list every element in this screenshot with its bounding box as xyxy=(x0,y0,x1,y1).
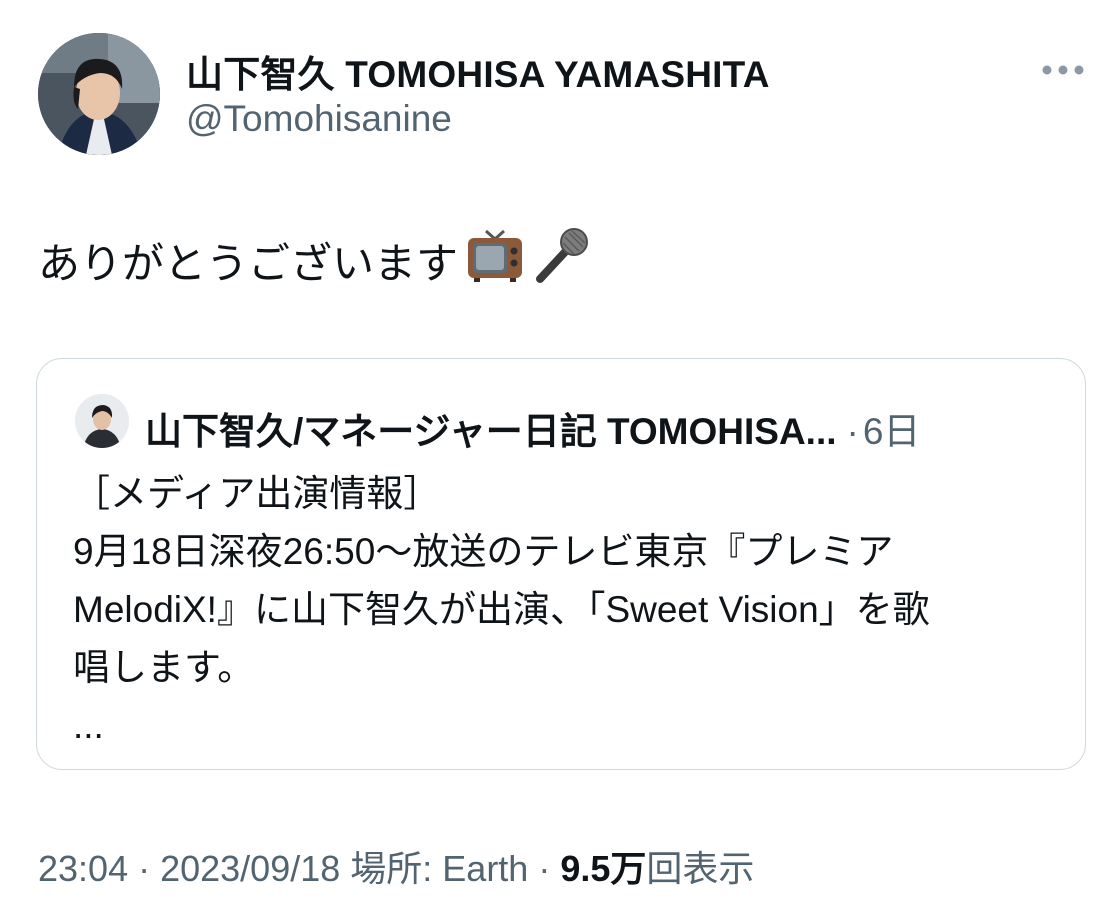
author-avatar-image xyxy=(38,33,160,155)
quoted-separator: · xyxy=(846,411,859,452)
tweet-location: 場所: Earth xyxy=(340,848,529,889)
quoted-header: 山下智久/マネージャー日記 TOMOHISA... · 6日 xyxy=(145,401,920,455)
views-count: 9.5万 xyxy=(560,848,647,889)
quoted-timestamp[interactable]: 6日 xyxy=(863,401,921,455)
tweet-date[interactable]: 2023/09/18 xyxy=(160,848,340,889)
quoted-author-avatar[interactable] xyxy=(75,394,129,448)
television-emoji xyxy=(466,227,524,301)
quoted-text-line: 9月18日深夜26:50〜放送のテレビ東京『プレミア xyxy=(73,531,894,572)
tweet-text-body: ありがとうございます xyxy=(38,240,459,287)
author-handle[interactable]: @Tomohisanine xyxy=(186,98,452,140)
tweet: 山下智久 TOMOHISA YAMASHITA @Tomohisanine あり… xyxy=(0,0,1110,924)
quoted-text-line: 唱します。 xyxy=(73,647,255,688)
quoted-text-line: ［メディア出演情報］ xyxy=(73,473,441,514)
quoted-author-avatar-image xyxy=(75,394,129,448)
quoted-text-ellipsis: ... xyxy=(73,705,104,746)
author-name[interactable]: 山下智久 TOMOHISA YAMASHITA xyxy=(186,44,770,98)
meta-separator: · xyxy=(528,848,561,889)
tweet-time[interactable]: 23:04 xyxy=(38,848,128,889)
quoted-tweet-card[interactable]: 山下智久/マネージャー日記 TOMOHISA... · 6日 ［メディア出演情報… xyxy=(36,358,1086,770)
more-icon xyxy=(1042,65,1084,75)
quoted-author-name[interactable]: 山下智久/マネージャー日記 TOMOHISA... xyxy=(145,401,837,455)
author-avatar[interactable] xyxy=(38,33,160,155)
quoted-text-line: MelodiX!』に山下智久が出演、「Sweet Vision」を歌 xyxy=(73,589,930,630)
tweet-metadata: 23:04 · 2023/09/18 場所: Earth · 9.5万回表示 xyxy=(38,840,754,892)
views-label: 回表示 xyxy=(646,848,755,889)
quoted-tweet-text: ［メディア出演情報］ 9月18日深夜26:50〜放送のテレビ東京『プレミア Me… xyxy=(73,465,1073,755)
more-options-button[interactable] xyxy=(1036,52,1090,88)
tweet-text: ありがとうございます xyxy=(38,225,592,303)
meta-separator: · xyxy=(128,848,161,889)
microphone-emoji xyxy=(532,225,592,303)
